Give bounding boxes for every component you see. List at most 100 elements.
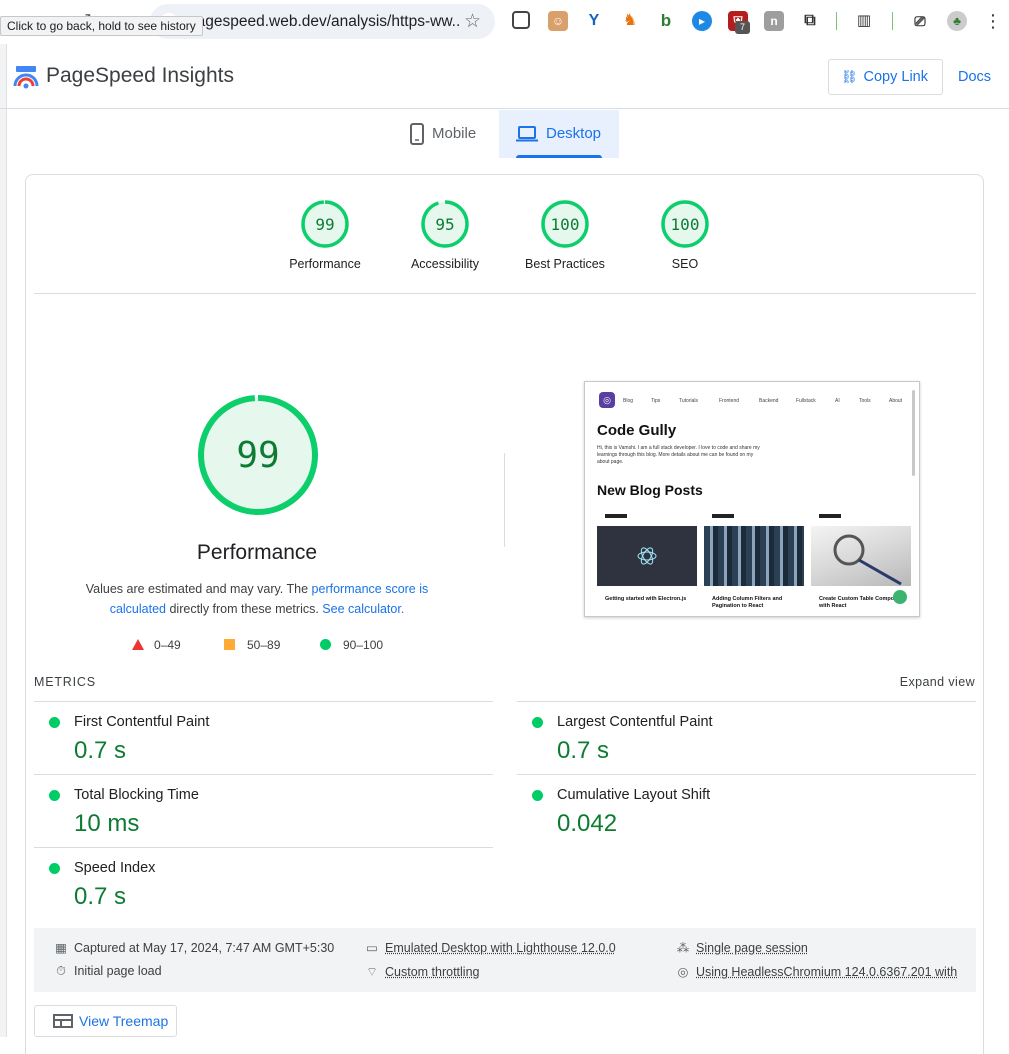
gauge-seo[interactable]: 100 SEO (625, 199, 745, 271)
screenshot-post: Getting started with Electron.js (597, 514, 697, 614)
post-tag (605, 514, 627, 518)
docs-link[interactable]: Docs (958, 69, 991, 85)
phone-icon (410, 123, 424, 146)
expand-view-toggle[interactable]: Expand view (900, 675, 975, 689)
view-treemap-button[interactable]: View Treemap (34, 1005, 177, 1037)
post-tag (819, 514, 841, 518)
gauge-best-practices[interactable]: 100 Best Practices (505, 199, 625, 271)
metric-tbt: Total Blocking Time 10 ms (34, 774, 493, 847)
performance-description: Values are estimated and may vary. The p… (56, 579, 458, 619)
session-text[interactable]: Single page session (696, 941, 808, 955)
toolbar-separator (892, 12, 893, 30)
tab-desktop[interactable]: Desktop (499, 110, 619, 158)
screenshot-nav-item: Tutorials (679, 398, 698, 404)
browser-info-text[interactable]: Using HeadlessChromium 124.0.6367.201 wi… (696, 965, 958, 979)
page-content: PageSpeed Insights ⛓ Copy Link Docs Mobil… (0, 44, 1009, 1054)
emulated-device[interactable]: ▭ Emulated Desktop with Lighthouse 12.0.0 (365, 940, 616, 955)
timer-icon: ⏱ (56, 964, 66, 978)
cast-icon[interactable]: ⎚ (910, 11, 930, 31)
gauge-ring: 99 (301, 200, 349, 248)
legend-average: 50–89 (224, 637, 280, 653)
desc-text: Values are estimated and may vary. The (85, 582, 312, 596)
profile-avatar-icon[interactable]: ♣ (947, 11, 967, 31)
performance-title: Performance (196, 541, 318, 564)
metric-name: Largest Contentful Paint (557, 714, 713, 730)
initial-load-text: Initial page load (74, 964, 162, 978)
score-legend: 0–49 50–89 90–100 (132, 637, 432, 655)
active-tab-indicator (516, 155, 602, 158)
extension-fox-icon[interactable]: ♞ (620, 11, 640, 31)
reading-list-icon[interactable]: ▥ (854, 11, 874, 31)
legend-pass-label: 90–100 (343, 638, 384, 652)
toolbar-separator (836, 12, 837, 30)
pagespeed-logo-icon[interactable] (13, 64, 39, 90)
gauge-ring: 100 (661, 200, 709, 248)
metric-value: 10 ms (74, 810, 140, 837)
pass-circle-icon (532, 717, 543, 728)
session[interactable]: ⁂ Single page session (676, 940, 808, 955)
gauge-score: 95 (435, 215, 454, 234)
legend-fail-label: 0–49 (154, 638, 181, 652)
screenshot-nav-item: Fullstack (796, 398, 816, 404)
browser-toolbar: ‹ › ↻ ⌂ ⚙ pagespeed.web.dev/analysis/htt… (0, 0, 1009, 44)
brand-title[interactable]: PageSpeed Insights (46, 64, 234, 88)
extension-y-icon[interactable]: Y (584, 11, 604, 31)
gauge-score: 100 (671, 215, 700, 234)
legend-pass: 90–100 (320, 637, 383, 653)
vertical-divider (504, 453, 505, 547)
screenshot-nav-item: Blog (623, 398, 634, 404)
screenshot-nav: ◎ Blog Tips Tutorials Frontend Backend F… (585, 382, 919, 408)
metric-value: 0.7 s (74, 737, 127, 764)
post-image (597, 526, 697, 586)
browser-menu-icon[interactable]: ⋮ (982, 10, 1004, 32)
triangle-icon (132, 639, 144, 650)
screenshot-nav-item: Tips (651, 398, 661, 404)
throttling-text[interactable]: Custom throttling (385, 965, 479, 979)
extension-play-icon[interactable]: ▸ (692, 11, 712, 31)
screenshot-post: Adding Column Filters and Pagination to … (704, 514, 804, 614)
session-icon: ⁂ (676, 941, 690, 955)
see-calculator-link[interactable]: See calculator. (322, 602, 404, 616)
wifi-icon: ⌔ (366, 965, 378, 979)
gauge-accessibility[interactable]: 95 Accessibility (385, 199, 505, 271)
treemap-icon (53, 1014, 73, 1028)
throttling[interactable]: ⌔ Custom throttling (365, 964, 479, 980)
devices-icon: ▭ (366, 941, 378, 955)
extensions-puzzle-icon[interactable]: ⧉ (800, 11, 820, 31)
screenshot-nav-item: Frontend (719, 398, 740, 404)
performance-score: 99 (236, 435, 279, 476)
magnifier-icon (833, 534, 902, 586)
metric-name: First Contentful Paint (74, 714, 210, 730)
legend-average-label: 50–89 (247, 638, 281, 652)
extension-n-icon[interactable]: n (764, 11, 784, 31)
report-card: 99 Performance 95 Accessibility 100 Best… (25, 174, 984, 1054)
gauge-performance[interactable]: 99 Performance (265, 199, 385, 271)
pass-circle-icon (49, 790, 60, 801)
metric-value: 0.7 s (557, 737, 610, 764)
square-icon (224, 639, 235, 650)
emulated-text[interactable]: Emulated Desktop with Lighthouse 12.0.0 (385, 941, 616, 955)
desc-text: directly from these metrics. (166, 602, 323, 616)
back-tooltip: Click to go back, hold to see history (0, 16, 203, 36)
bookmark-star-icon[interactable]: ☆ (464, 10, 481, 33)
screenshot-subtitle: New Blog Posts (597, 482, 703, 498)
copy-link-button[interactable]: ⛓ Copy Link (828, 59, 943, 95)
metric-name: Speed Index (74, 860, 156, 876)
gauge-label: Accessibility (410, 257, 480, 271)
pass-circle-icon (49, 717, 60, 728)
picture-in-picture-icon[interactable] (512, 11, 530, 29)
tab-mobile[interactable]: Mobile (398, 110, 498, 158)
metric-lcp: Largest Contentful Paint 0.7 s (517, 701, 976, 774)
extension-avatar-icon[interactable]: ☺ (548, 11, 568, 31)
screenshot-nav-item: Tools (859, 398, 871, 404)
final-screenshot[interactable]: ◎ Blog Tips Tutorials Frontend Backend F… (584, 381, 920, 617)
copy-link-label: Copy Link (863, 69, 928, 85)
extension-b-icon[interactable]: b (656, 11, 676, 31)
screenshot-title: Code Gully (597, 422, 677, 439)
metric-value: 0.7 s (74, 883, 127, 910)
url-text[interactable]: pagespeed.web.dev/analysis/https-ww... (188, 13, 460, 31)
browser-info[interactable]: ◎ Using HeadlessChromium 124.0.6367.201 w… (676, 964, 958, 979)
link-icon: ⛓ (841, 69, 858, 84)
captured-at-text: Captured at May 17, 2024, 7:47 AM GMT+5:… (74, 941, 335, 955)
run-info-panel: ▦ Captured at May 17, 2024, 7:47 AM GMT+5… (34, 928, 976, 992)
